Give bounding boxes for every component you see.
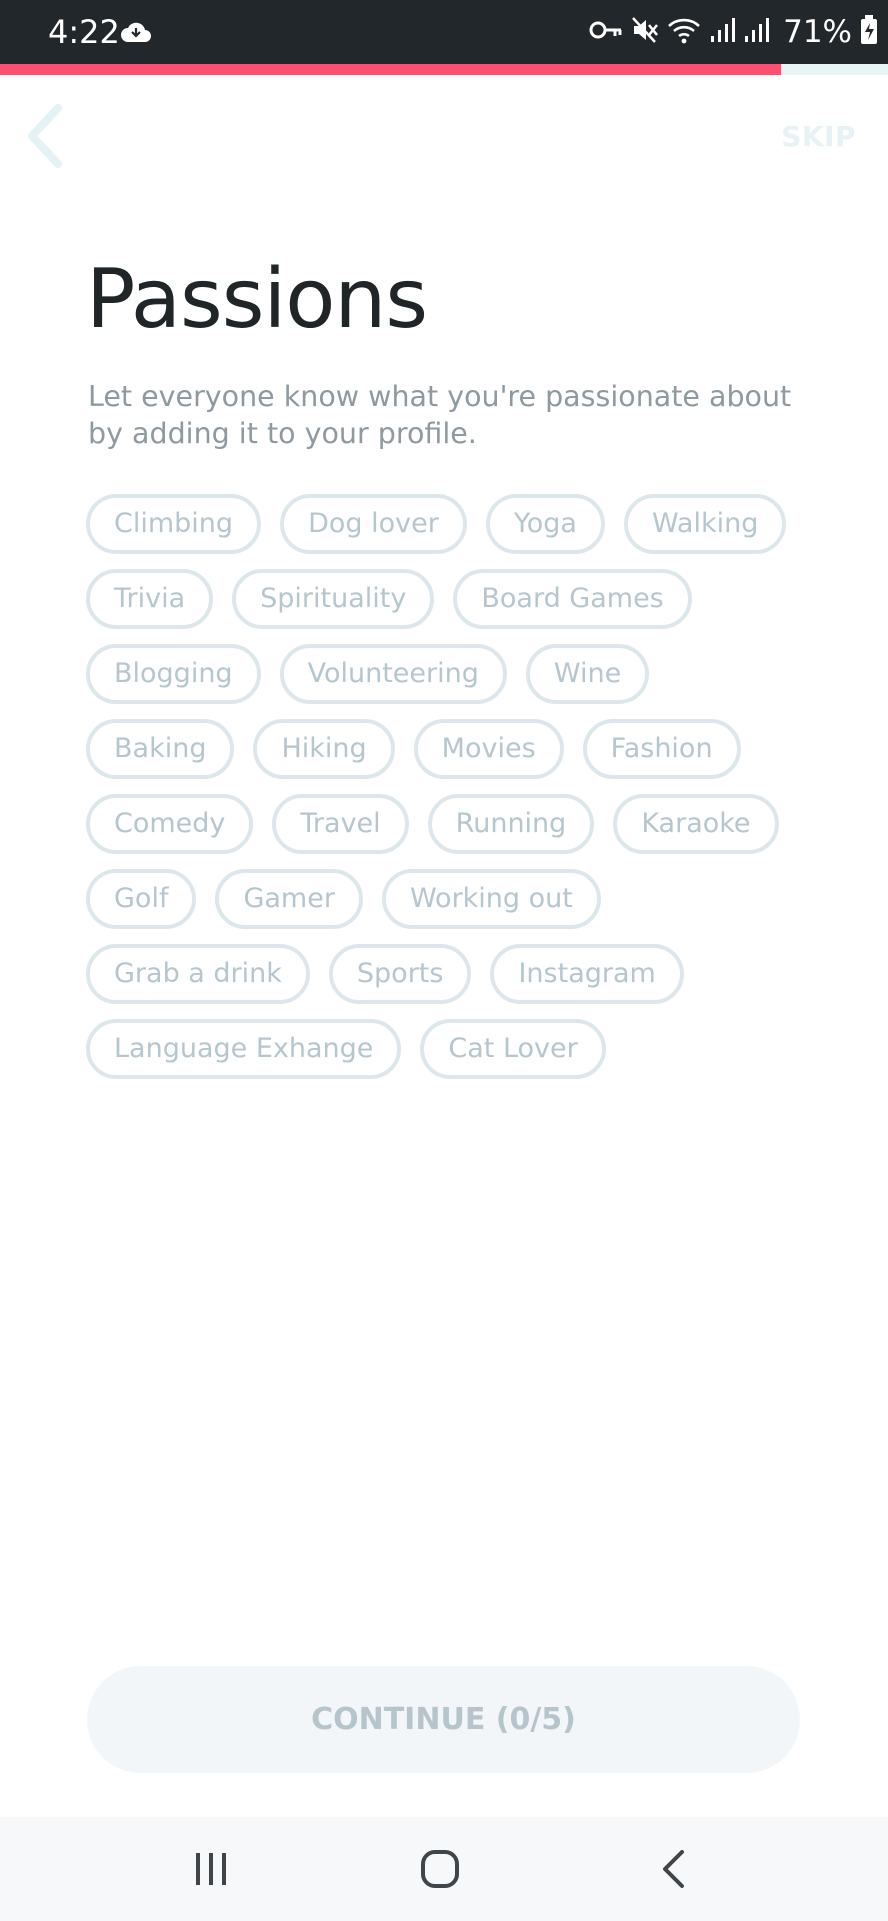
passion-chip[interactable]: Gamer <box>215 869 363 929</box>
passion-chip[interactable]: Movies <box>413 719 564 779</box>
passion-chip[interactable]: Volunteering <box>279 644 507 704</box>
passion-chip[interactable]: Fashion <box>582 719 741 779</box>
passion-chip[interactable]: Baking <box>86 719 235 779</box>
passion-chip[interactable]: Hiking <box>253 719 395 779</box>
chevron-left-icon[interactable] <box>24 104 64 172</box>
passion-chip[interactable]: Sports <box>328 944 472 1004</box>
battery-icon <box>860 15 878 49</box>
passion-chip[interactable]: Climbing <box>86 494 262 554</box>
passion-chip[interactable]: Golf <box>86 869 197 929</box>
recents-icon[interactable] <box>194 1851 228 1891</box>
passion-chip[interactable]: Instagram <box>490 944 684 1004</box>
home-icon[interactable] <box>420 1849 460 1893</box>
passion-chip[interactable]: Karaoke <box>613 794 779 854</box>
battery-percentage: 71% <box>783 14 852 50</box>
passion-chip[interactable]: Trivia <box>86 569 214 629</box>
cloud-icon <box>120 20 152 48</box>
passion-chip[interactable]: Comedy <box>86 794 254 854</box>
page-title: Passions <box>86 252 428 347</box>
signal-icon <box>709 16 736 48</box>
system-nav-bar <box>0 1817 888 1921</box>
passion-chip[interactable]: Running <box>427 794 595 854</box>
passion-chip-list: Climbing Dog lover Yoga Walking Trivia Spirit… <box>86 494 806 1079</box>
status-icons: 71% <box>589 12 878 52</box>
passion-chip[interactable]: Cat Lover <box>420 1019 606 1079</box>
page-subtitle: Let everyone know what you're passionate… <box>88 380 792 450</box>
skip-button[interactable]: SKIP <box>781 120 856 153</box>
status-bar: 4:22 71% <box>0 0 888 64</box>
passion-chip[interactable]: Yoga <box>485 494 605 554</box>
passion-chip[interactable]: Dog lover <box>280 494 467 554</box>
signal-icon <box>743 16 770 48</box>
wifi-icon <box>667 16 701 48</box>
continue-button[interactable]: CONTINUE (0/5) <box>87 1666 800 1773</box>
passion-chip[interactable]: Grab a drink <box>86 944 310 1004</box>
passion-chip[interactable]: Language Exhange <box>86 1019 402 1079</box>
passion-chip[interactable]: Travel <box>272 794 409 854</box>
passion-chip[interactable]: Working out <box>381 869 601 929</box>
mute-icon <box>631 16 659 48</box>
status-time: 4:22 <box>48 13 120 51</box>
passion-chip[interactable]: Walking <box>623 494 787 554</box>
progress-fill <box>0 64 782 75</box>
passion-chip[interactable]: Wine <box>525 644 650 704</box>
passion-chip[interactable]: Spirituality <box>232 569 435 629</box>
progress-bar <box>0 64 888 75</box>
key-icon <box>589 18 623 46</box>
passion-chip[interactable]: Board Games <box>453 569 692 629</box>
back-icon[interactable] <box>660 1849 686 1893</box>
passion-chip[interactable]: Blogging <box>86 644 261 704</box>
